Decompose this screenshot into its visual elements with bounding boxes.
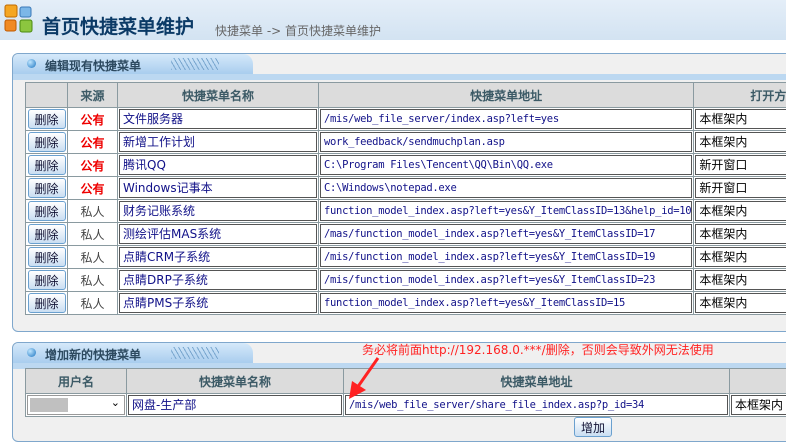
col-header-user: 用户名 [25,368,127,394]
url-input[interactable]: /mas/function_model_index.asp?left=yes&Y… [320,224,693,244]
name-input[interactable]: 点睛PMS子系统 [119,293,317,313]
table-row: 删除 私人 点睛CRM子系统 /mis/function_model_index… [25,245,786,269]
col-header-url: 快捷菜单地址 [317,82,695,108]
source-label: 公有 [67,153,118,177]
name-input[interactable]: 网盘-生产部 [128,395,342,415]
delete-button[interactable]: 删除 [27,109,66,129]
app-logo-icon [4,4,33,33]
user-select[interactable]: ⌄ [27,395,125,415]
edit-shortcuts-panel: 编辑现有快捷菜单 来源 快捷菜单名称 快捷菜单地址 打开方 删除 公有 文件服务… [12,53,786,332]
add-shortcut-table: 用户名 快捷菜单名称 快捷菜单地址 ⌄ 网盘-生产部 /mis/web_file… [25,368,786,417]
name-input[interactable]: 测绘评估MAS系统 [119,224,317,244]
bullet-icon [27,348,36,357]
shortcuts-table: 来源 快捷菜单名称 快捷菜单地址 打开方 删除 公有 文件服务器 /mis/we… [25,82,786,315]
source-label: 私人 [67,268,118,292]
delete-button[interactable]: 删除 [27,247,66,267]
annotation-arrow-icon [349,357,380,399]
name-input[interactable]: 新增工作计划 [119,132,317,152]
panel-title: 编辑现有快捷菜单 [45,59,142,73]
url-input[interactable]: C:\Windows\notepad.exe [320,178,693,198]
open-mode-select[interactable]: 本框架内 [695,201,786,221]
col-header-url: 快捷菜单地址 [343,368,730,394]
open-mode-select[interactable]: 本框架内 [695,132,786,152]
open-mode-select[interactable]: 本框架内 [695,270,786,290]
source-label: 私人 [67,291,118,315]
col-header-mode: 打开方 [693,82,786,108]
table-row: 删除 私人 点睛PMS子系统 function_model_index.asp?… [25,291,786,315]
open-mode-select[interactable]: 新开窗口 [695,155,786,175]
col-header-name: 快捷菜单名称 [117,82,319,108]
source-label: 公有 [67,176,118,200]
open-mode-select[interactable]: 本框架内 [695,109,786,129]
delete-button[interactable]: 删除 [27,270,66,290]
breadcrumb: 快捷菜单 -> 首页快捷菜单维护 [215,24,382,38]
table-row: 删除 公有 腾讯QQ C:\Program Files\Tencent\QQ\B… [25,153,786,177]
delete-button[interactable]: 删除 [27,132,66,152]
source-label: 公有 [67,130,118,154]
name-input[interactable]: 腾讯QQ [119,155,317,175]
name-input[interactable]: Windows记事本 [119,178,317,198]
page-title: 首页快捷菜单维护 [42,16,195,38]
delete-button[interactable]: 删除 [27,224,66,244]
delete-button[interactable]: 删除 [27,201,66,221]
open-mode-select[interactable]: 本框架内 [695,224,786,244]
url-input[interactable]: /mis/web_file_server/index.asp?left=yes [320,109,693,129]
name-input[interactable]: 文件服务器 [119,109,317,129]
col-header [25,82,68,108]
col-header-name: 快捷菜单名称 [126,368,344,394]
name-input[interactable]: 点睛DRP子系统 [119,270,317,290]
open-mode-select[interactable]: 本框架内 [695,247,786,267]
open-mode-select[interactable]: 新开窗口 [695,178,786,198]
panel-tab: 编辑现有快捷菜单 [13,54,253,74]
url-input[interactable]: function_model_index.asp?left=yes&Y_Item… [320,293,693,313]
url-input[interactable]: work_feedback/sendmuchplan.asp [320,132,693,152]
name-input[interactable]: 财务记账系统 [119,201,317,221]
source-label: 私人 [67,245,118,269]
table-row: 删除 私人 测绘评估MAS系统 /mas/function_model_inde… [25,222,786,246]
source-label: 私人 [67,199,118,223]
table-row: 删除 公有 新增工作计划 work_feedback/sendmuchplan.… [25,130,786,154]
url-input[interactable]: /mis/web_file_server/share_file_index.as… [345,395,728,415]
open-mode-select[interactable]: 本框架内 [695,293,786,313]
chevron-down-icon: ⌄ [110,396,120,409]
add-button[interactable]: 增加 [574,417,612,437]
table-row: 删除 公有 文件服务器 /mis/web_file_server/index.a… [25,107,786,131]
delete-button[interactable]: 删除 [27,178,66,198]
table-row: 删除 私人 点睛DRP子系统 /mis/function_model_index… [25,268,786,292]
name-input[interactable]: 点睛CRM子系统 [119,247,317,267]
source-label: 公有 [67,107,118,131]
col-header-source: 来源 [67,82,118,108]
delete-button[interactable]: 删除 [27,155,66,175]
panel-tab: 增加新的快捷菜单 [13,343,253,363]
source-label: 私人 [67,222,118,246]
open-mode-select[interactable]: 本框架内 [731,395,786,415]
url-input[interactable]: /mis/function_model_index.asp?left=yes&Y… [320,270,693,290]
url-input[interactable]: /mis/function_model_index.asp?left=yes&Y… [320,247,693,267]
url-input[interactable]: function_model_index.asp?left=yes&Y_Item… [320,201,693,221]
table-row: 删除 公有 Windows记事本 C:\Windows\notepad.exe … [25,176,786,200]
col-header-mode [729,368,786,394]
bullet-icon [27,59,36,68]
url-input[interactable]: C:\Program Files\Tencent\QQ\Bin\QQ.exe [320,155,693,175]
annotation-note: 务必将前面http://192.168.0.***/删除，否则会导致外网无法使用 [362,343,714,357]
table-row: 删除 私人 财务记账系统 function_model_index.asp?le… [25,199,786,223]
page-header: 首页快捷菜单维护 快捷菜单 -> 首页快捷菜单维护 [0,0,786,40]
delete-button[interactable]: 删除 [27,293,66,313]
panel-title: 增加新的快捷菜单 [45,348,142,362]
